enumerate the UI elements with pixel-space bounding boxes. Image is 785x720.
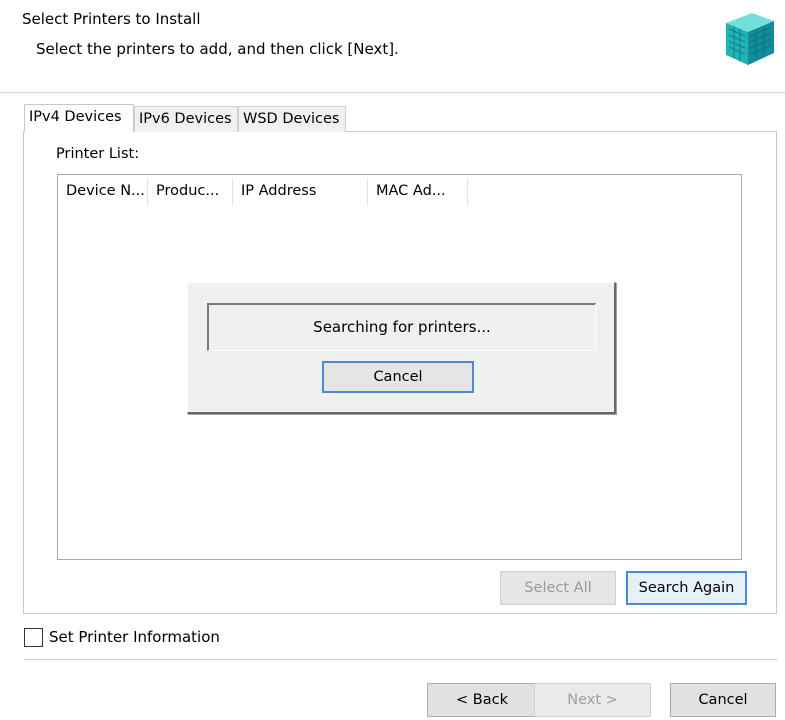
tab-wsd-devices[interactable]: WSD Devices (238, 106, 346, 132)
back-button[interactable]: < Back (427, 683, 537, 717)
footer-divider (24, 659, 778, 660)
set-printer-info-label: Set Printer Information (49, 628, 220, 646)
tab-ipv4-devices[interactable]: IPv4 Devices (24, 104, 134, 132)
printer-cube-icon (716, 5, 780, 69)
column-header-product[interactable]: Produc... (148, 178, 233, 206)
next-button[interactable]: Next > (534, 683, 651, 717)
page-subtitle: Select the printers to add, and then cli… (36, 40, 399, 58)
tab-ipv6-devices[interactable]: IPv6 Devices (134, 106, 238, 132)
search-status-text: Searching for printers... (207, 303, 596, 351)
set-printer-info-checkbox[interactable] (24, 628, 43, 647)
column-header-ip-address[interactable]: IP Address (233, 178, 368, 206)
search-cancel-button[interactable]: Cancel (322, 361, 474, 393)
cancel-button[interactable]: Cancel (670, 683, 776, 717)
search-again-button[interactable]: Search Again (626, 571, 747, 605)
select-all-button[interactable]: Select All (500, 571, 616, 605)
printer-list-label: Printer List: (56, 146, 140, 162)
page-title: Select Printers to Install (22, 10, 201, 28)
column-header-device-name[interactable]: Device N... (58, 178, 148, 206)
header-divider (0, 92, 785, 93)
column-header-mac-address[interactable]: MAC Ad... (368, 178, 468, 206)
